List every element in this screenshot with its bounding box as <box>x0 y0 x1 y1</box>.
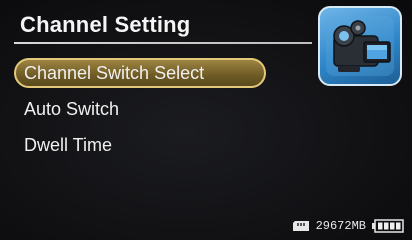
battery-cell <box>384 222 389 230</box>
menu-item-channel-switch-select[interactable]: Channel Switch Select <box>14 58 266 88</box>
battery-cell <box>378 222 383 230</box>
battery-cell <box>390 222 395 230</box>
status-bar: 29672MB <box>292 218 404 234</box>
free-space-readout: 29672MB <box>315 219 366 233</box>
video-camera-icon <box>318 6 402 86</box>
menu-item-label: Dwell Time <box>24 135 113 155</box>
battery-icon <box>372 219 404 233</box>
page-title: Channel Setting <box>20 12 191 37</box>
battery-cell <box>396 222 401 230</box>
channel-setting-menu: Channel Switch Select Auto Switch Dwell … <box>14 58 266 166</box>
sd-card-icon <box>292 220 310 232</box>
menu-item-auto-switch[interactable]: Auto Switch <box>14 94 266 124</box>
menu-item-label: Auto Switch <box>24 99 120 119</box>
title-divider <box>14 42 312 44</box>
menu-item-dwell-time[interactable]: Dwell Time <box>14 130 266 160</box>
screen: Channel Setting Channel Switch Select Au… <box>0 0 412 240</box>
menu-item-label: Channel Switch Select <box>24 63 205 83</box>
